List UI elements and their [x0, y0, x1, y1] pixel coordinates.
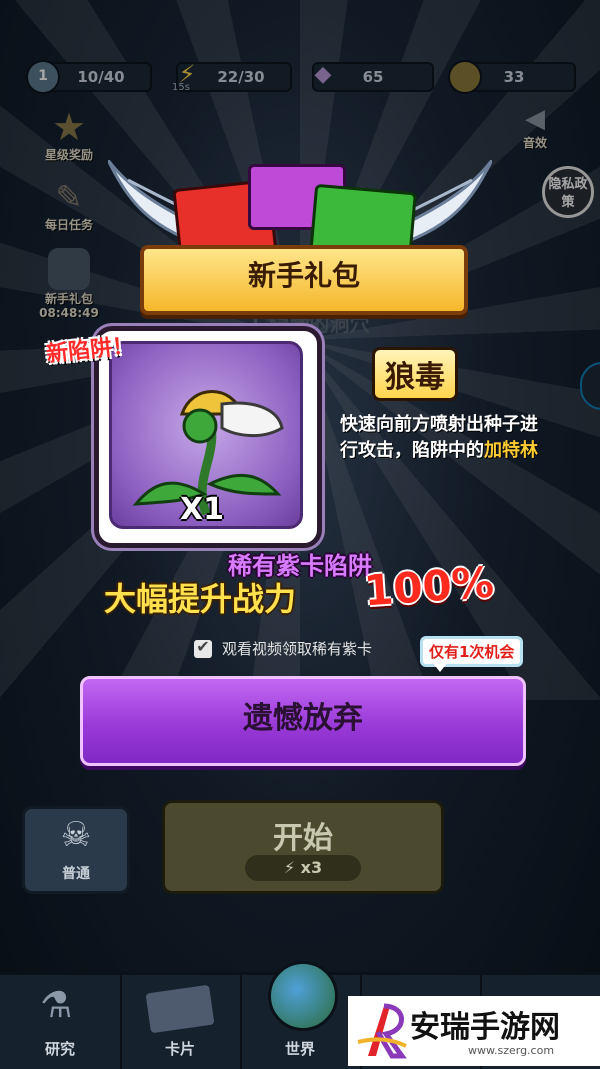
power-boost-value: 100%	[362, 557, 496, 616]
abandon-button-label: 遗憾放弃	[243, 701, 363, 736]
normal-mode-label: 普通	[62, 866, 90, 882]
abandon-button[interactable]: 遗憾放弃	[80, 676, 526, 766]
one-chance-tag-pointer	[432, 662, 448, 672]
card-count: X1	[180, 492, 225, 527]
watermark-name: 安瑞手游网	[410, 1010, 560, 1045]
trap-description: 快速向前方喷射出种子进行攻击，陷阱中的加特林	[340, 412, 550, 464]
nav-research[interactable]: ⚗ 研究	[0, 975, 122, 1069]
watch-video-checkbox[interactable]: ✔	[194, 637, 212, 658]
start-button[interactable]: 开始 ⚡ x3	[162, 800, 444, 894]
popup-title-banner: 新手礼包	[140, 245, 468, 315]
nav-world-label: 世界	[284, 1040, 315, 1058]
nav-cards[interactable]: 卡片	[120, 975, 242, 1069]
lightning-icon: ⚡	[283, 858, 301, 877]
start-cost-value: x3	[300, 858, 323, 877]
rarity-label: 稀有紫卡陷阱	[228, 552, 372, 580]
popup-title: 新手礼包	[247, 259, 360, 292]
globe-icon	[268, 961, 338, 1031]
nav-cards-label: 卡片	[164, 1040, 195, 1058]
normal-mode-button[interactable]: ☠ 普通	[22, 806, 130, 894]
trap-name: 狼毒	[372, 347, 458, 401]
trap-description-highlight: 加特林	[484, 440, 538, 461]
nav-research-label: 研究	[44, 1040, 75, 1058]
checkmark-icon: ✔	[196, 637, 210, 656]
watermark-logo-icon	[357, 1003, 407, 1059]
cards-icon	[145, 984, 215, 1034]
nav-world[interactable]: 世界	[240, 961, 362, 1069]
start-cost: ⚡ x3	[245, 855, 361, 881]
start-button-label: 开始	[273, 821, 333, 856]
watch-video-label[interactable]: 观看视频领取稀有紫卡	[222, 638, 372, 659]
watermark-url: www.szerg.com	[468, 1044, 555, 1057]
skull-icon: ☠	[60, 815, 92, 855]
watermark: 安瑞手游网 www.szerg.com	[348, 996, 600, 1066]
power-boost-label: 大幅提升战力	[104, 580, 297, 618]
flask-icon: ⚗	[40, 985, 73, 1026]
